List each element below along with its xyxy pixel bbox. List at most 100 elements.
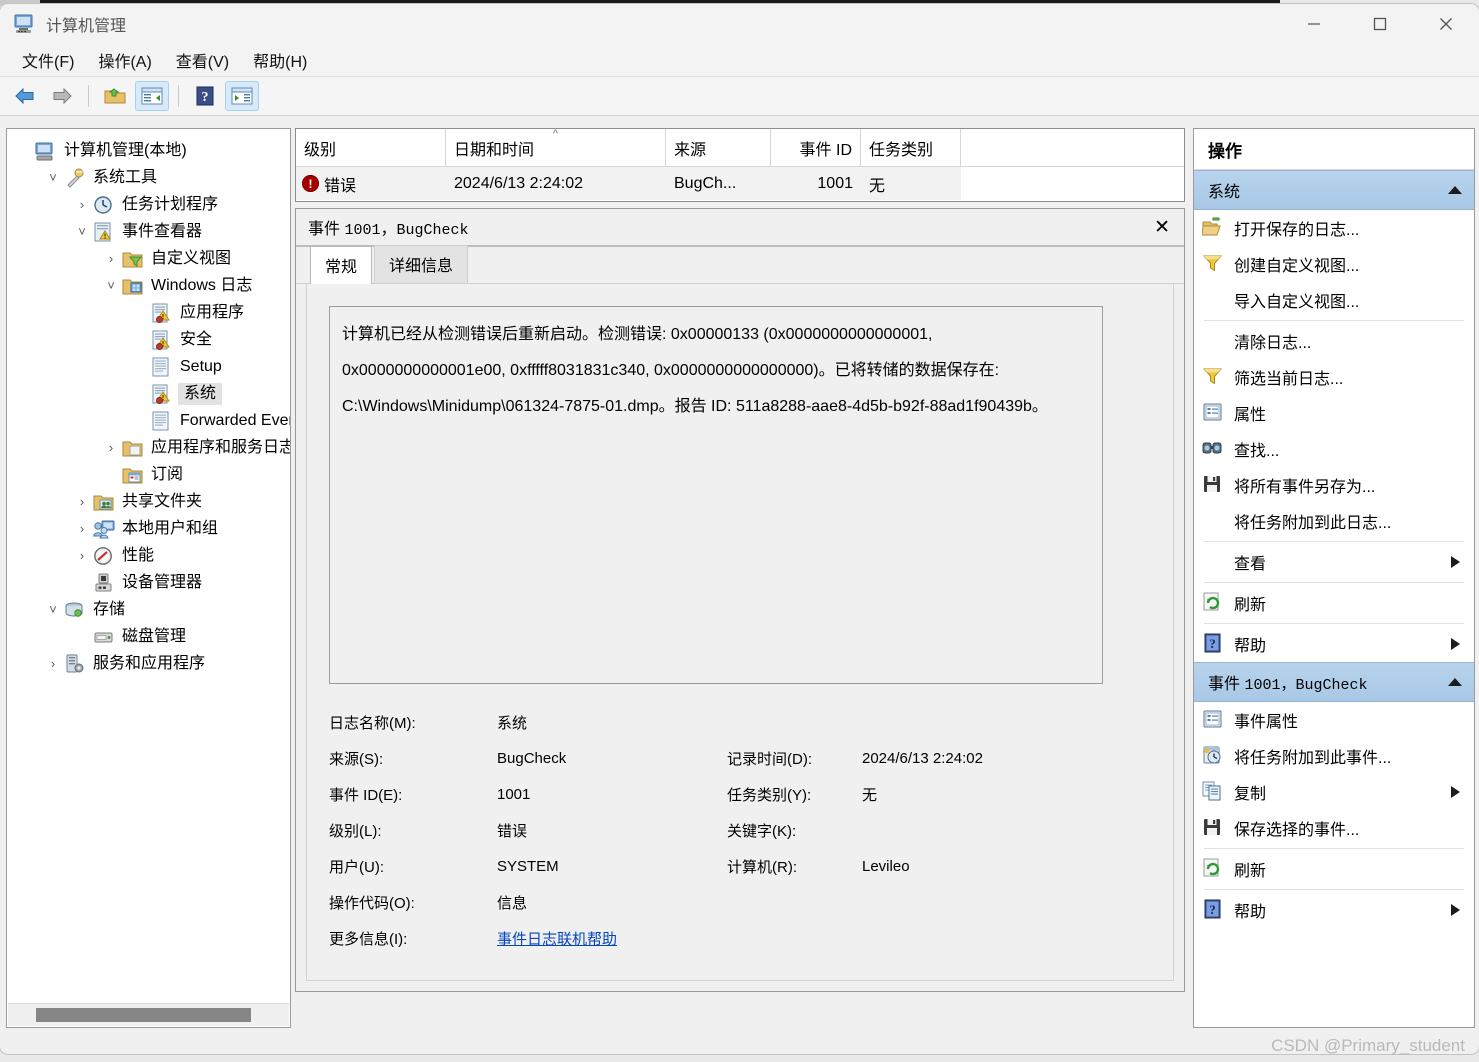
details-tabs: 常规 详细信息 xyxy=(296,245,1184,284)
action-item[interactable]: 查找... xyxy=(1194,431,1474,467)
action-item[interactable]: 保存选择的事件... xyxy=(1194,810,1474,846)
column-header-event-id[interactable]: 事件 ID xyxy=(771,129,861,166)
menu-view[interactable]: 查看(V) xyxy=(164,44,241,76)
tree-item-19[interactable]: › 服务和应用程序 xyxy=(13,650,290,677)
tree-item-18[interactable]: 磁盘管理 xyxy=(13,623,290,650)
tree-item-label: 性能 xyxy=(122,546,155,564)
tree-item-0[interactable]: 计算机管理(本地) xyxy=(13,137,290,164)
tree-item-13[interactable]: › 共享文件夹 xyxy=(13,488,290,515)
action-item[interactable]: 将任务附加到此日志... xyxy=(1194,503,1474,539)
chevron-right-icon[interactable] xyxy=(1451,556,1460,568)
column-header-spacer xyxy=(961,129,1184,166)
menu-file[interactable]: 文件(F) xyxy=(10,44,86,76)
action-item[interactable]: 复制 xyxy=(1194,774,1474,810)
find-icon xyxy=(1202,438,1226,460)
log-plain-icon xyxy=(151,357,173,377)
back-icon[interactable] xyxy=(8,81,42,111)
forward-icon[interactable] xyxy=(45,81,79,111)
action-item[interactable]: 将所有事件另存为... xyxy=(1194,467,1474,503)
tab-details[interactable]: 详细信息 xyxy=(374,245,469,283)
maximize-button[interactable] xyxy=(1347,4,1413,44)
tree-scrollbar-thumb[interactable] xyxy=(36,1008,251,1022)
action-item[interactable]: 刷新 xyxy=(1194,585,1474,621)
action-item-label: 帮助 xyxy=(1234,904,1267,921)
close-details-icon[interactable]: ✕ xyxy=(1154,218,1170,237)
action-item[interactable]: 创建自定义视图... xyxy=(1194,246,1474,282)
chevron-right-icon[interactable]: › xyxy=(71,548,93,563)
chevron-right-icon[interactable]: › xyxy=(42,656,64,671)
event-details-header: 事件 1001，BugCheck ✕ xyxy=(296,209,1184,247)
menu-help[interactable]: 帮助(H) xyxy=(241,44,319,76)
action-item[interactable]: 清除日志... xyxy=(1194,323,1474,359)
chevron-up-icon[interactable] xyxy=(1448,678,1462,686)
actions-pane-title: 操作 xyxy=(1194,129,1474,170)
column-header-datetime[interactable]: ^ 日期和时间 xyxy=(446,128,666,166)
chevron-down-icon[interactable]: ˅ xyxy=(71,224,93,239)
chevron-down-icon[interactable]: ˅ xyxy=(42,602,64,617)
tree-item-10[interactable]: Forwarded Even xyxy=(13,407,290,434)
chevron-right-icon[interactable]: › xyxy=(71,521,93,536)
chevron-right-icon[interactable] xyxy=(1451,638,1460,650)
tree-item-9[interactable]: 系统 xyxy=(13,380,290,407)
chevron-right-icon[interactable]: › xyxy=(71,494,93,509)
metadata-label-secondary: 计算机(R): xyxy=(727,858,797,876)
event-log-online-help-link[interactable]: 事件日志联机帮助 xyxy=(497,931,617,948)
chevron-right-icon[interactable]: › xyxy=(71,197,93,212)
svg-text:?: ? xyxy=(1209,636,1216,651)
tree-item-11[interactable]: › 应用程序和服务日志 xyxy=(13,434,290,461)
action-item[interactable]: 将任务附加到此事件... xyxy=(1194,738,1474,774)
chevron-right-icon[interactable] xyxy=(1451,786,1460,798)
column-header-source[interactable]: 来源 xyxy=(666,129,771,166)
chevron-up-icon[interactable] xyxy=(1448,186,1462,194)
actions-group-header-system[interactable]: 系统 xyxy=(1194,170,1474,210)
event-list: 级别 ^ 日期和时间 来源 事件 ID 任务类别 ! 错误 2024/6/13 … xyxy=(295,128,1185,202)
chevron-down-icon[interactable]: ˅ xyxy=(42,170,64,185)
minimize-button[interactable] xyxy=(1281,4,1347,44)
chevron-right-icon[interactable]: › xyxy=(100,440,122,455)
table-row[interactable]: ! 错误 2024/6/13 2:24:02 BugCh... 1001 无 xyxy=(296,167,1184,200)
show-hide-actions-icon[interactable] xyxy=(225,81,259,111)
tree-item-4[interactable]: › 自定义视图 xyxy=(13,245,290,272)
tree-item-15[interactable]: › 性能 xyxy=(13,542,290,569)
action-item[interactable]: 属性 xyxy=(1194,395,1474,431)
show-hide-tree-icon[interactable] xyxy=(135,81,169,111)
action-item[interactable]: 查看 xyxy=(1194,544,1474,580)
action-item[interactable]: 筛选当前日志... xyxy=(1194,359,1474,395)
chevron-right-icon[interactable]: › xyxy=(100,251,122,266)
tree-item-17[interactable]: ˅ 存储 xyxy=(13,596,290,623)
actions-group-header-event-1001-bugcheck[interactable]: 事件 1001，BugCheck xyxy=(1194,662,1474,702)
tree-item-5[interactable]: ˅ Windows 日志 xyxy=(13,272,290,299)
action-item[interactable]: ? 帮助 xyxy=(1194,626,1474,662)
action-item[interactable]: 刷新 xyxy=(1194,851,1474,887)
action-item[interactable]: 打开保存的日志... xyxy=(1194,210,1474,246)
action-item-label: 将任务附加到此事件... xyxy=(1234,750,1392,767)
metadata-link[interactable]: 事件日志联机帮助 xyxy=(497,928,727,949)
column-header-task-category[interactable]: 任务类别 xyxy=(861,129,961,166)
close-button[interactable] xyxy=(1413,4,1479,44)
tree-item-16[interactable]: 设备管理器 xyxy=(13,569,290,596)
tree-item-12[interactable]: 订阅 xyxy=(13,461,290,488)
tree-item-3[interactable]: ˅ 事件查看器 xyxy=(13,218,290,245)
chevron-down-icon[interactable]: ˅ xyxy=(100,278,122,293)
metadata-value: SYSTEM xyxy=(497,857,559,875)
tree-horizontal-scrollbar[interactable] xyxy=(8,1003,289,1026)
tree-item-1[interactable]: ˅ 系统工具 xyxy=(13,164,290,191)
tree-item-8[interactable]: Setup xyxy=(13,353,290,380)
action-item[interactable]: ? 帮助 xyxy=(1194,892,1474,928)
metadata-label: 级别(L): xyxy=(329,822,382,840)
tree-item-14[interactable]: › 本地用户和组 xyxy=(13,515,290,542)
log-plain-icon xyxy=(151,411,173,431)
action-item[interactable]: 导入自定义视图... xyxy=(1194,282,1474,318)
event-description-box[interactable]: 计算机已经从检测错误后重新启动。检测错误: 0x00000133 (0x0000… xyxy=(329,306,1103,684)
chevron-right-icon[interactable] xyxy=(1451,904,1460,916)
tree-item-2[interactable]: › 任务计划程序 xyxy=(13,191,290,218)
menu-action[interactable]: 操作(A) xyxy=(86,44,163,76)
help-icon[interactable]: ? xyxy=(188,81,222,111)
up-folder-icon[interactable] xyxy=(98,81,132,111)
tree-item-7[interactable]: 安全 xyxy=(13,326,290,353)
custom-view-icon xyxy=(122,249,144,269)
column-header-level[interactable]: 级别 xyxy=(296,129,446,166)
tab-general[interactable]: 常规 xyxy=(310,246,373,284)
action-item[interactable]: 事件属性 xyxy=(1194,702,1474,738)
tree-item-6[interactable]: 应用程序 xyxy=(13,299,290,326)
